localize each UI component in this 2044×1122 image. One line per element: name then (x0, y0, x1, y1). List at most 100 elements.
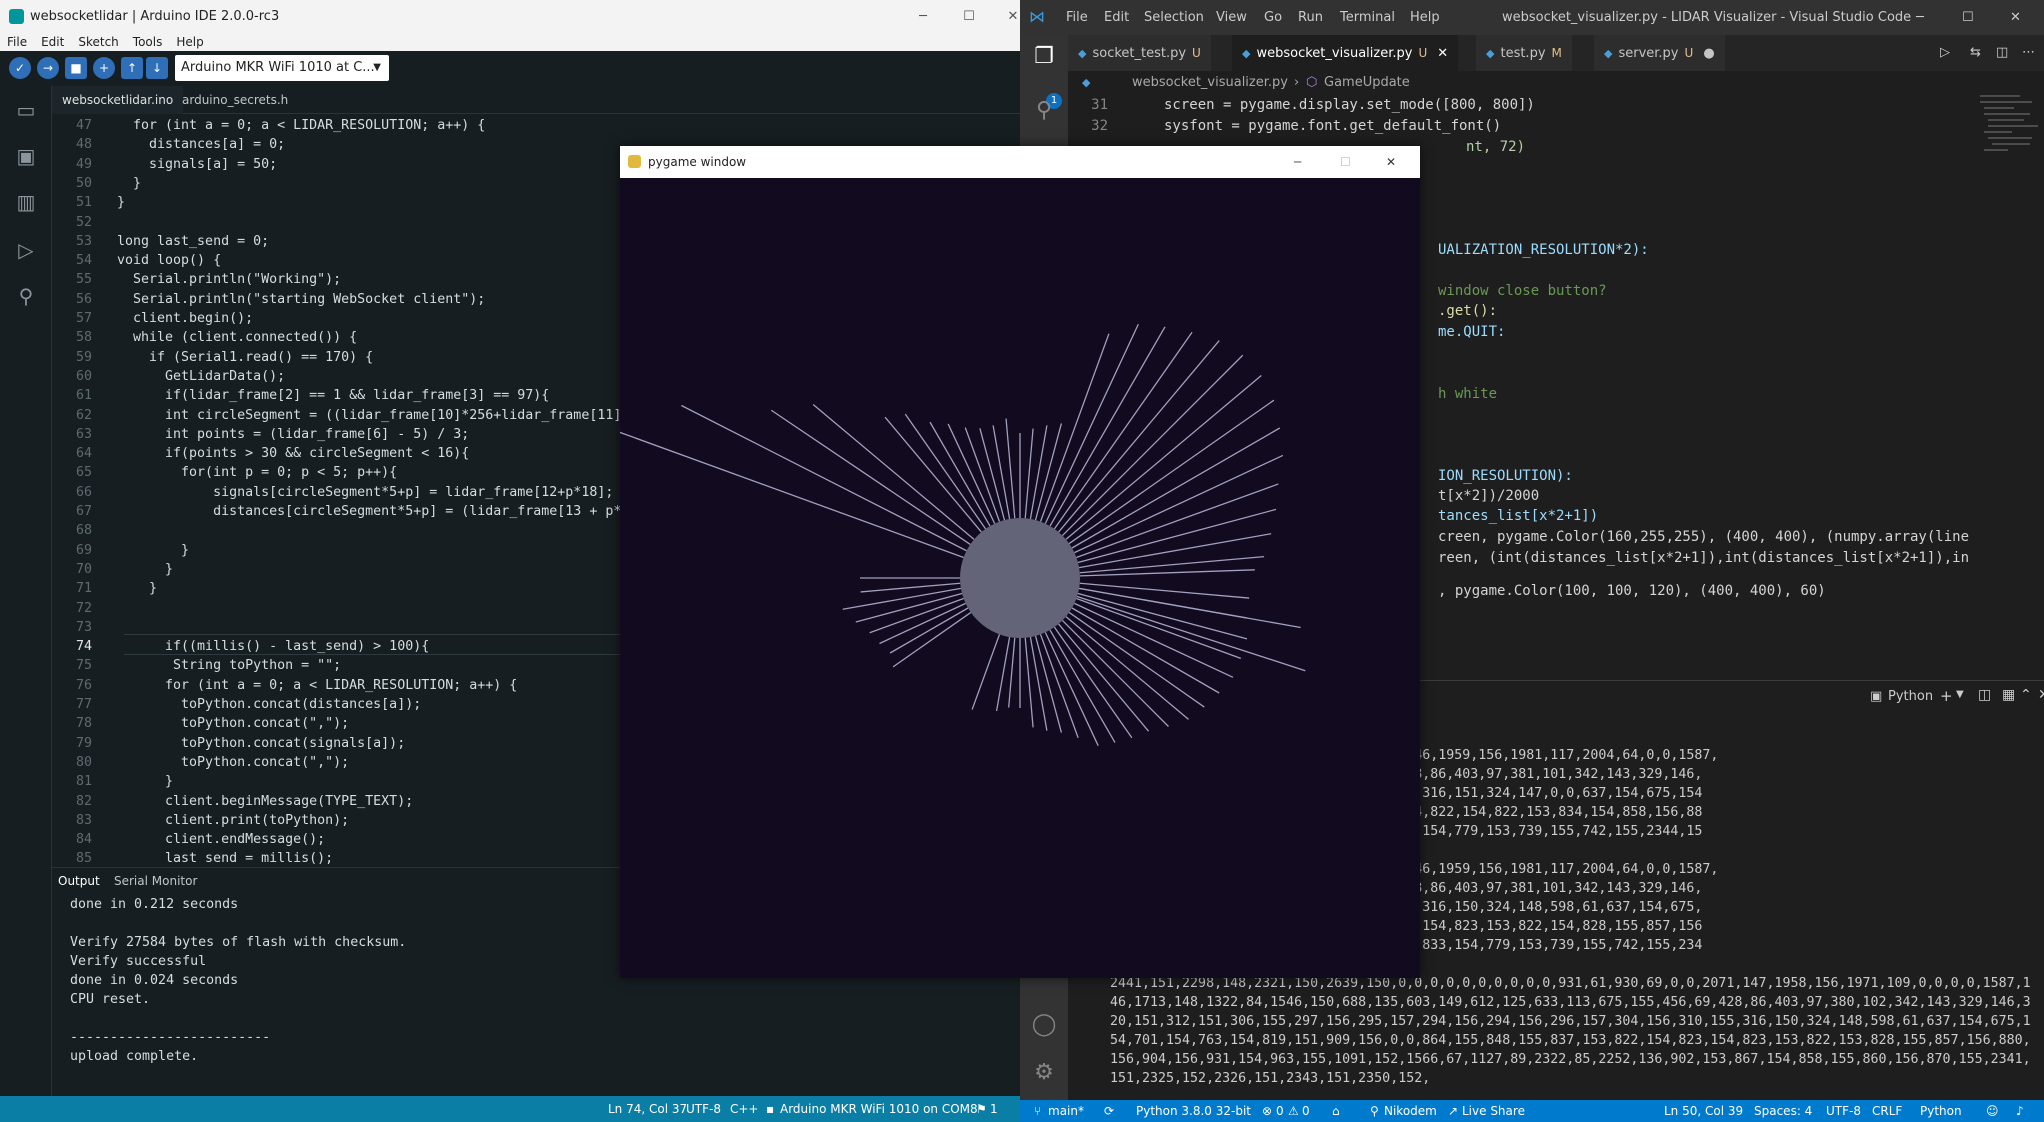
account-icon[interactable]: ◯ (1030, 1011, 1058, 1039)
tab-websocketlidar[interactable]: websocketlidar.ino (52, 86, 184, 114)
close-icon[interactable]: ✕ (2010, 0, 2021, 35)
menu-terminal[interactable]: Terminal (1340, 0, 1395, 35)
verify-button[interactable]: ✓ (9, 57, 31, 79)
debug-button[interactable]: ■ (65, 57, 87, 79)
compare-icon[interactable]: ⇆ (1970, 35, 1981, 71)
close-icon[interactable]: ✕ (1386, 146, 1396, 178)
minimize-icon[interactable]: ─ (900, 0, 946, 33)
tab-output[interactable]: Output (58, 868, 100, 896)
tab-server[interactable]: ◆ server.py U ● (1594, 35, 1726, 71)
new-terminal-icon[interactable]: + (1940, 687, 1953, 705)
gear-icon[interactable]: ⚙ (1030, 1059, 1058, 1087)
notifications-icon[interactable]: ⚑ (976, 1096, 987, 1122)
chevron-right-icon: › (1294, 75, 1300, 90)
vscode-status-bar: ⑂ main* ⟳ Python 3.8.0 32-bit ⊗ 0 ⚠ 0 ⌂ … (1020, 1100, 2044, 1122)
board-port[interactable]: Arduino MKR WiFi 1010 on COM8 (780, 1096, 978, 1122)
code-fragment: me.QUIT: (1438, 324, 1506, 340)
code-line: if(points > 30 && circleSegment < 16){ (117, 446, 470, 462)
maximize-icon[interactable]: ☐ (946, 0, 992, 33)
language[interactable]: C++ (730, 1096, 759, 1122)
close-tab-icon[interactable]: ✕ (1437, 46, 1448, 61)
menu-tools[interactable]: Tools (126, 33, 170, 51)
feedback-icon[interactable]: ☺ (1986, 1100, 1999, 1122)
code-line: Serial.println("Working"); (117, 272, 342, 288)
menu-go[interactable]: Go (1264, 0, 1282, 35)
live-share[interactable]: Live Share (1462, 1100, 1525, 1122)
more-actions-icon[interactable]: ⋯ (2022, 35, 2035, 71)
python-interpreter[interactable]: Python 3.8.0 32-bit (1136, 1100, 1251, 1122)
home-icon[interactable]: ⌂ (1332, 1100, 1340, 1122)
upload-button[interactable]: → (37, 57, 59, 79)
maximize-icon[interactable]: ☐ (1340, 146, 1351, 178)
menu-view[interactable]: View (1216, 0, 1247, 35)
close-icon[interactable]: ✕ (990, 0, 1020, 33)
vscode-window-title: websocket_visualizer.py - LIDAR Visualiz… (1502, 10, 1912, 25)
save-button[interactable]: ↓ (146, 57, 168, 79)
open-button[interactable]: ↑ (121, 57, 143, 79)
menu-edit[interactable]: Edit (34, 33, 71, 51)
breadcrumb-symbol[interactable]: GameUpdate (1324, 71, 1410, 95)
code-fragment: t[x*2])/2000 (1438, 488, 1540, 504)
board-icon: ▪ (766, 1102, 775, 1116)
cursor-position[interactable]: Ln 74, Col 37 (608, 1096, 687, 1122)
bell-icon[interactable]: ♪ (2016, 1100, 2024, 1122)
menu-selection[interactable]: Selection (1144, 0, 1204, 35)
tab-label: socket_test.py (1092, 46, 1187, 61)
maximize-icon[interactable]: ☐ (1962, 0, 1974, 35)
sketchbook-icon[interactable]: ▭ (12, 96, 40, 124)
menu-sketch[interactable]: Sketch (71, 33, 125, 51)
tab-socket-test[interactable]: ◆ socket_test.py U (1068, 35, 1212, 71)
menu-run[interactable]: Run (1298, 0, 1323, 35)
errors-icon: ⊗ (1262, 1104, 1273, 1118)
user-name[interactable]: Nikodem (1384, 1100, 1437, 1122)
unsaved-dot-icon[interactable]: ● (1703, 46, 1714, 61)
git-branch[interactable]: main* (1048, 1100, 1084, 1122)
board-selector-label: Arduino MKR WiFi 1010 at C... (181, 60, 375, 75)
maximize-panel-icon[interactable]: ⌃ (2020, 687, 2032, 703)
search-icon[interactable]: ⚲ (1030, 97, 1058, 125)
menu-file[interactable]: File (0, 33, 34, 51)
breadcrumb-file[interactable]: websocket_visualizer.py (1132, 71, 1288, 95)
encoding[interactable]: UTF-8 (1826, 1100, 1861, 1122)
split-terminal-icon[interactable]: ◫ (1978, 687, 1991, 703)
encoding[interactable]: UTF-8 (686, 1096, 721, 1122)
warning-count[interactable]: 0 (1302, 1100, 1310, 1122)
close-panel-icon[interactable]: ✕ (2038, 687, 2044, 703)
menu-help[interactable]: Help (169, 33, 210, 51)
terminal-shell-label[interactable]: Python (1888, 689, 1933, 704)
explorer-icon[interactable]: ❐ (1030, 43, 1058, 71)
chevron-down-icon[interactable]: ▼ (1956, 689, 1964, 700)
error-count[interactable]: 0 (1276, 1100, 1284, 1122)
output-line: Verify 27584 bytes of flash with checksu… (70, 935, 407, 950)
minimap[interactable] (1974, 95, 2044, 680)
menu-help[interactable]: Help (1410, 0, 1440, 35)
minimize-icon[interactable]: ─ (1916, 0, 1924, 35)
debug-icon[interactable]: ▷ (12, 236, 40, 264)
tab-test[interactable]: ◆ test.py M (1476, 35, 1573, 71)
boards-manager-icon[interactable]: ▣ (12, 142, 40, 170)
board-selector[interactable]: Arduino MKR WiFi 1010 at C... ▼ (175, 55, 389, 81)
tab-websocket-visualizer[interactable]: ◆ websocket_visualizer.py U ✕ (1232, 35, 1460, 71)
lidar-beam (889, 607, 969, 654)
lidar-beam (1053, 331, 1193, 530)
code-fragment: h white (1438, 386, 1498, 402)
sync-icon[interactable]: ⟳ (1104, 1100, 1114, 1122)
language-mode[interactable]: Python (1920, 1100, 1962, 1122)
minimize-icon[interactable]: ─ (1294, 146, 1301, 178)
tab-arduino-secrets[interactable]: arduino_secrets.h (172, 86, 298, 114)
menu-file[interactable]: File (1066, 0, 1088, 35)
menu-edit[interactable]: Edit (1104, 0, 1129, 35)
new-sketch-button[interactable]: + (93, 57, 115, 79)
search-icon[interactable]: ⚲ (12, 282, 40, 310)
lidar-beam (1024, 428, 1034, 519)
trash-icon[interactable]: ▦ (2002, 687, 2015, 703)
split-editor-icon[interactable]: ◫ (1996, 35, 2008, 71)
indentation[interactable]: Spaces: 4 (1754, 1100, 1812, 1122)
run-icon[interactable]: ▷ (1940, 35, 1950, 71)
cursor-position[interactable]: Ln 50, Col 39 (1664, 1100, 1743, 1122)
tab-serial-monitor[interactable]: Serial Monitor (114, 868, 197, 894)
line-endings[interactable]: CRLF (1872, 1100, 1902, 1122)
library-manager-icon[interactable]: ▥ (12, 188, 40, 216)
pygame-window[interactable]: pygame window ─ ☐ ✕ (620, 146, 1420, 978)
pygame-title-bar[interactable]: pygame window ─ ☐ ✕ (620, 146, 1420, 178)
